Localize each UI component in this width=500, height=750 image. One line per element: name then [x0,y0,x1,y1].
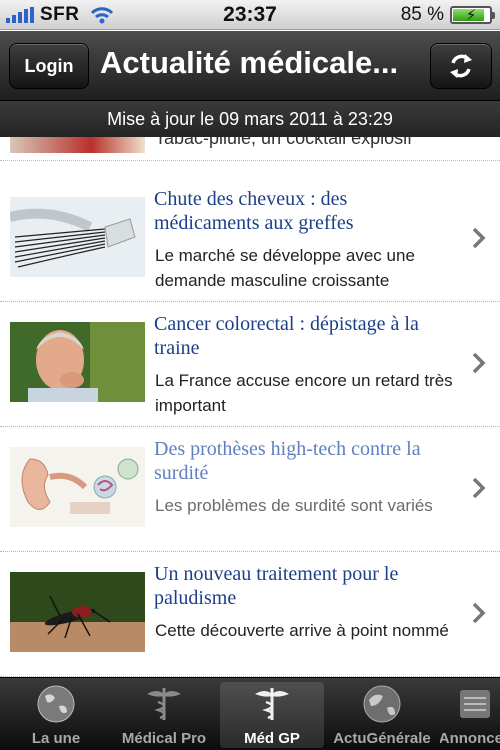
article-title: Chute des cheveux : des médicaments aux … [154,188,354,234]
tab-label: ActuGénérale [333,730,431,747]
article-title: Des prothèses high-tech contre la surdit… [154,438,421,484]
globe-icon [363,685,401,723]
list-item[interactable]: Des prothèses high-tech contre la surdit… [0,427,500,552]
tab-label: Annonces [440,730,500,747]
article-summary: Les problèmes de surdité sont variés [155,496,433,515]
chevron-right-icon [472,227,486,249]
article-summary: Cette découverte arrive à point nommé [155,621,449,640]
article-thumbnail [10,322,145,402]
article-thumbnail [10,447,145,527]
login-button[interactable]: Login [9,43,89,89]
list-icon [460,690,490,718]
article-title: Cancer colorectal : dépistage à la train… [154,313,419,359]
tab-bar: La une Médical Pro Méd GP ActuGénérale A… [0,677,500,750]
tab-la-une[interactable]: La une [4,682,108,748]
list-item[interactable]: Tabac-pilule, un cocktail explosif [0,137,500,161]
chevron-right-icon [472,602,486,624]
article-summary: La France accuse encore un retard très i… [155,371,453,415]
refresh-icon [450,54,472,78]
article-title: Tabac-pilule, un cocktail explosif [155,137,413,148]
article-summary: Le marché se développe avec une demande … [155,246,415,290]
globe-icon [37,685,75,723]
status-bar: SFR 23:37 85 % ⚡ [0,0,500,30]
article-thumbnail [10,197,145,277]
caduceus-icon [255,688,289,720]
tab-label: Méd GP [244,730,300,747]
tab-med-gp[interactable]: Méd GP [220,682,324,748]
list-item[interactable]: Cancer colorectal : dépistage à la train… [0,302,500,427]
chevron-right-icon [472,352,486,374]
navigation-bar: Login Actualité médicale... [0,31,500,101]
page-title: Actualité médicale... [100,45,399,80]
article-thumbnail [10,572,145,652]
battery-percentage: 85 % [400,4,444,25]
chevron-right-icon [472,477,486,499]
list-item[interactable]: Chute des cheveux : des médicaments aux … [0,177,500,302]
tab-label: Médical Pro [121,730,207,747]
article-title: Un nouveau traitement pour le paludisme [154,563,399,609]
tab-label: La une [31,730,81,747]
caduceus-icon [147,688,181,720]
refresh-button[interactable] [430,43,492,89]
last-update-banner: Mise à jour le 09 mars 2011 à 23:29 [0,101,500,137]
news-list[interactable]: Tabac-pilule, un cocktail explosif Chute… [0,137,500,677]
tab-medical-pro[interactable]: Médical Pro [112,682,216,748]
tab-annonces[interactable]: Annonces [440,682,500,748]
tab-actu-generale[interactable]: ActuGénérale [330,682,434,748]
article-thumbnail [10,137,145,153]
battery-icon: ⚡ [450,6,495,24]
list-item[interactable]: Un nouveau traitement pour le paludisme … [0,552,500,677]
